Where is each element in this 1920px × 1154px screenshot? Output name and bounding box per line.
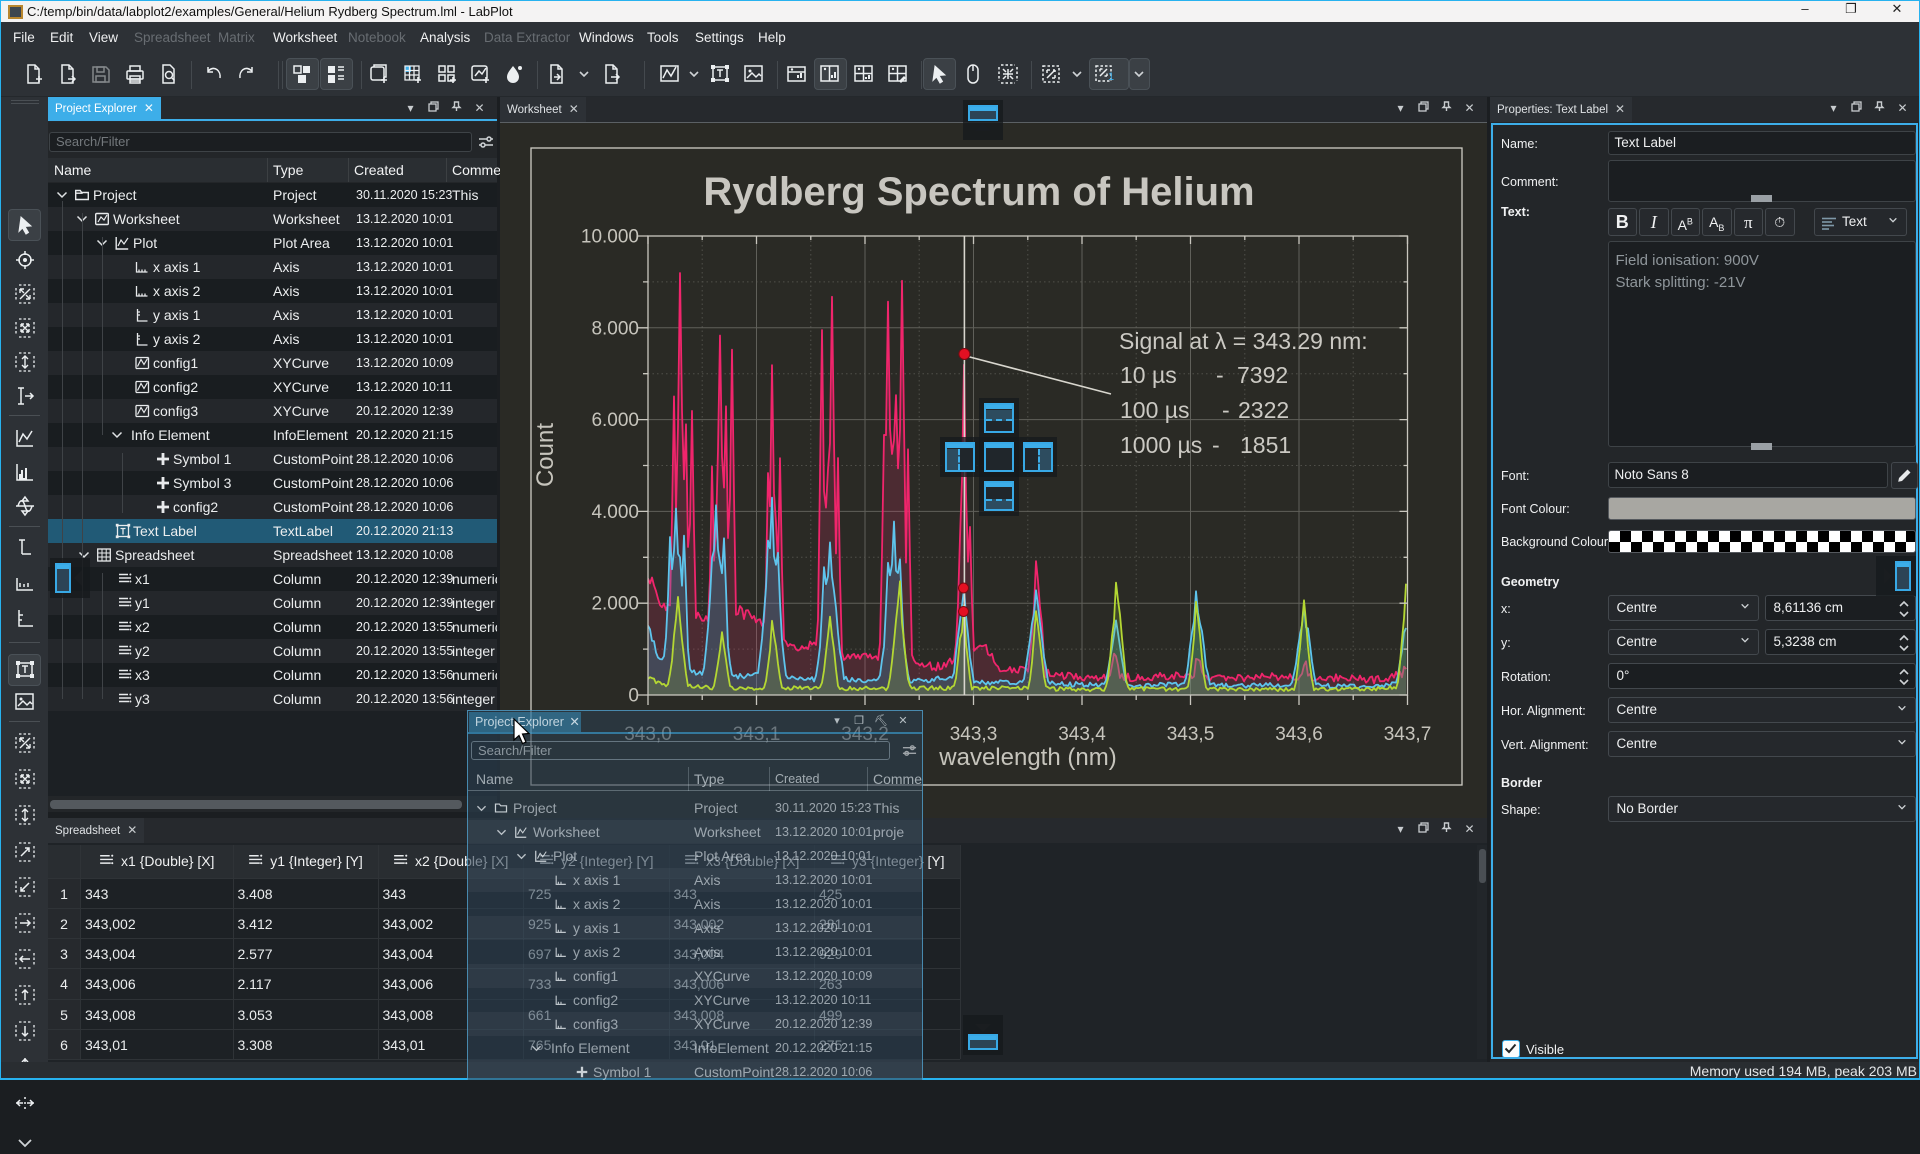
svg-text:2.000: 2.000 bbox=[591, 594, 639, 615]
svg-text:0: 0 bbox=[628, 686, 639, 707]
svg-text:10 µs: 10 µs bbox=[1120, 362, 1177, 388]
svg-text:-: - bbox=[1222, 397, 1230, 423]
svg-text:wavelength (nm): wavelength (nm) bbox=[938, 744, 1116, 771]
svg-text:10.000: 10.000 bbox=[581, 227, 639, 248]
svg-text:343,5: 343,5 bbox=[1167, 724, 1215, 745]
svg-text:1: 1 bbox=[1108, 71, 1114, 83]
svg-text:343,7: 343,7 bbox=[1384, 724, 1432, 745]
svg-text:-: - bbox=[1216, 362, 1224, 388]
svg-text:343,6: 343,6 bbox=[1275, 724, 1323, 745]
svg-text:1000 µs: 1000 µs bbox=[1120, 432, 1202, 458]
svg-text:-: - bbox=[1212, 432, 1220, 458]
svg-text:4.000: 4.000 bbox=[591, 502, 639, 523]
svg-text:8.000: 8.000 bbox=[591, 318, 639, 339]
svg-text:100 µs: 100 µs bbox=[1120, 397, 1190, 423]
svg-text:343,3: 343,3 bbox=[950, 724, 998, 745]
svg-text:1851: 1851 bbox=[1240, 432, 1291, 458]
svg-text:Signal at λ = 343.29 nm:: Signal at λ = 343.29 nm: bbox=[1119, 328, 1368, 354]
svg-text:6.000: 6.000 bbox=[591, 410, 639, 431]
svg-text:343,4: 343,4 bbox=[1058, 724, 1106, 745]
svg-text:2322: 2322 bbox=[1238, 397, 1289, 423]
svg-text:7392: 7392 bbox=[1237, 362, 1288, 388]
svg-text:Rydberg Spectrum of Helium: Rydberg Spectrum of Helium bbox=[703, 170, 1254, 214]
svg-text:Count: Count bbox=[532, 423, 559, 487]
